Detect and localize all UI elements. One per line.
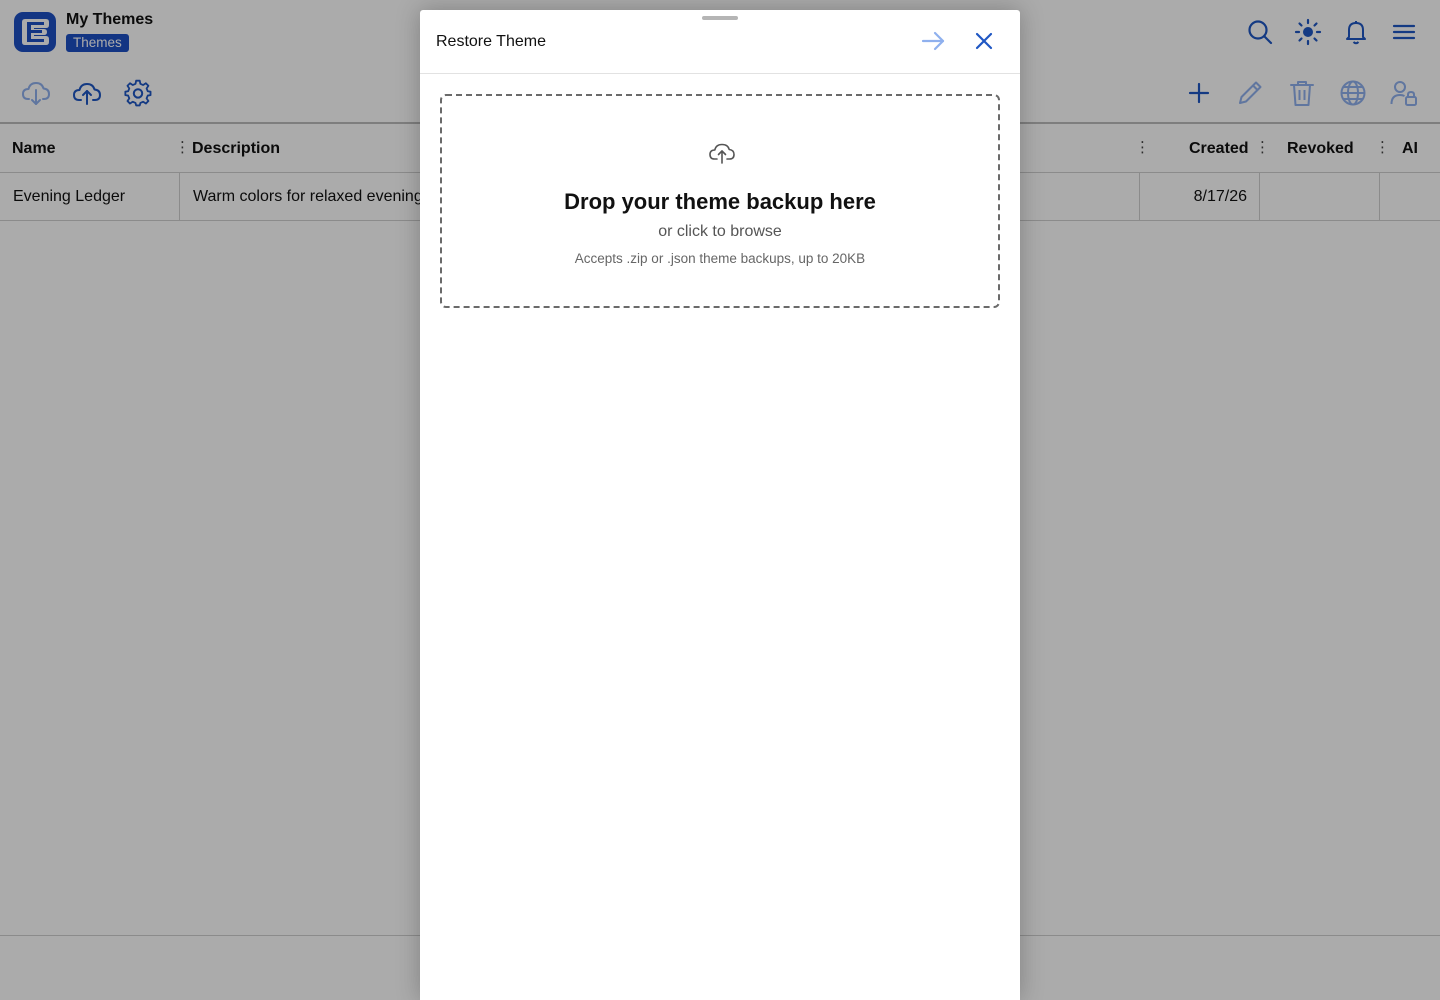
theme-backup-dropzone[interactable]: Drop your theme backup here or click to … <box>440 94 1000 308</box>
dropzone-title: Drop your theme backup here <box>564 189 876 214</box>
cloud-upload-icon <box>709 143 735 164</box>
close-icon[interactable] <box>969 26 999 56</box>
dialog-header: Restore Theme <box>420 10 1020 74</box>
dropzone-hint: Accepts .zip or .json theme backups, up … <box>574 251 866 266</box>
dialog-title: Restore Theme <box>436 33 546 50</box>
next-arrow-icon[interactable] <box>918 26 948 56</box>
dropzone-subtitle: or click to browse <box>658 223 782 240</box>
restore-theme-dialog: Restore Theme Drop your theme backup her… <box>420 10 1020 1000</box>
